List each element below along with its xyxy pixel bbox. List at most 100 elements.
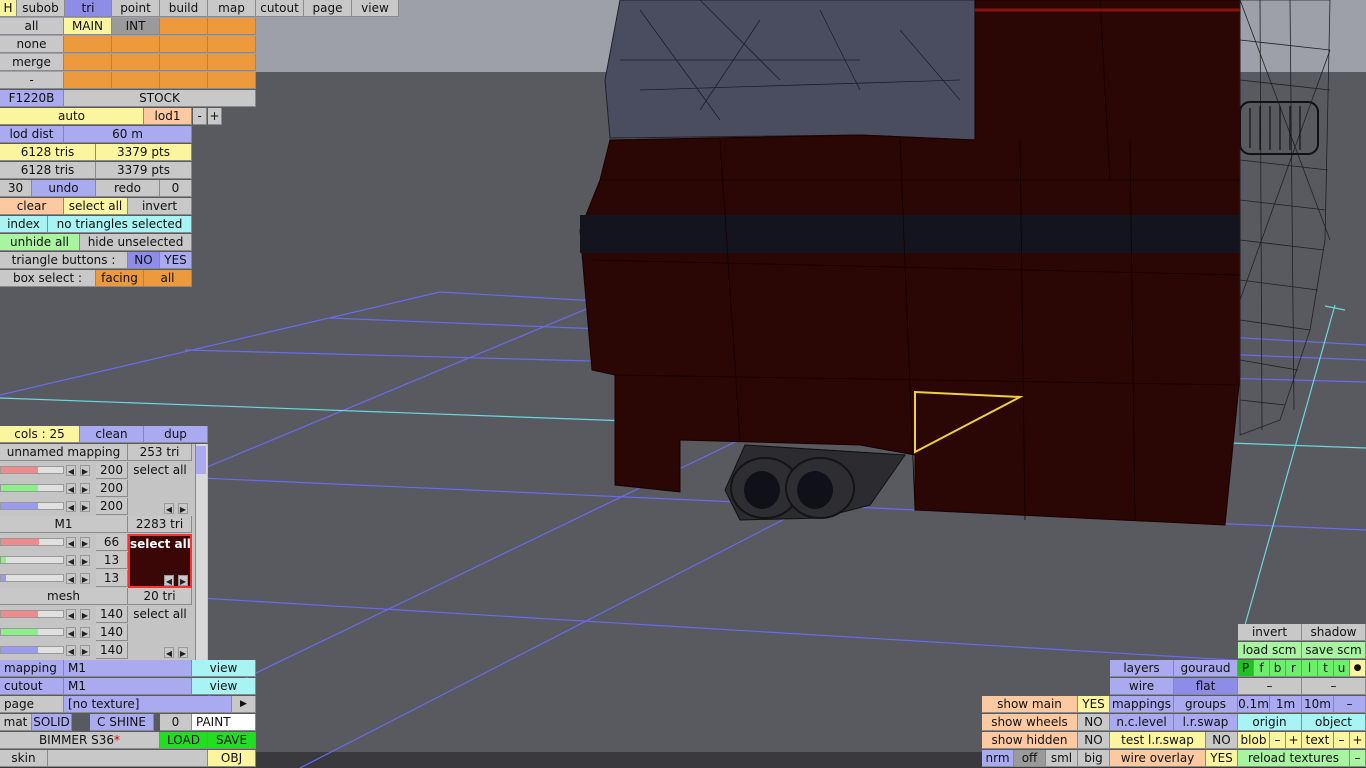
colour-value[interactable]: 200 (96, 462, 128, 479)
lod-auto-button[interactable]: auto (0, 108, 144, 125)
group-name[interactable]: mesh (0, 588, 128, 605)
menu-map[interactable]: map (208, 0, 256, 17)
colour-value[interactable]: 200 (96, 480, 128, 497)
wire-button[interactable]: wire (1110, 678, 1174, 695)
text-plus-button[interactable]: + (1350, 732, 1366, 749)
invert-normals-button[interactable]: invert (1238, 624, 1302, 641)
colour-slider-track[interactable] (0, 556, 64, 564)
menu-build[interactable]: build (160, 0, 208, 17)
colour-value[interactable]: 13 (96, 570, 128, 587)
menu-subob[interactable]: subob (17, 0, 65, 17)
text-button[interactable]: text (1302, 732, 1334, 749)
slot-4-4[interactable] (208, 72, 256, 89)
slot-4-1[interactable] (64, 72, 112, 89)
redo-button[interactable]: redo (96, 180, 160, 197)
invert-selection-button[interactable]: invert (128, 198, 192, 215)
dash-button-2[interactable]: – (1302, 678, 1366, 695)
load-scm-button[interactable]: load scm (1238, 642, 1302, 659)
slot-2-4[interactable] (208, 36, 256, 53)
slot-3-3[interactable] (160, 54, 208, 71)
save-scm-button[interactable]: save scm (1302, 642, 1366, 659)
menu-tri[interactable]: tri (65, 0, 112, 17)
increase-arrow-icon[interactable]: ▶ (80, 501, 90, 512)
c-shine-button[interactable]: C SHINE (90, 714, 154, 731)
lod-plus-button[interactable]: + (208, 108, 222, 125)
increase-arrow-icon[interactable]: ▶ (80, 609, 90, 620)
clear-selection-button[interactable]: clear (0, 198, 64, 215)
off-button[interactable]: off (1014, 750, 1046, 767)
colour-value[interactable]: 140 (96, 606, 128, 623)
menu-h[interactable]: H (0, 0, 17, 17)
skin-field[interactable] (48, 750, 208, 767)
group-name[interactable]: M1 (0, 516, 128, 533)
show-hidden-toggle[interactable]: NO (1078, 732, 1110, 749)
blob-plus-button[interactable]: + (1286, 732, 1302, 749)
small-button[interactable]: sml (1046, 750, 1078, 767)
index-button[interactable]: index (0, 216, 48, 233)
colour-value[interactable]: 140 (96, 624, 128, 641)
decrease-arrow-icon[interactable]: ◀ (66, 627, 76, 638)
minus-button[interactable]: - (0, 72, 64, 89)
view-direction-button[interactable]: r (1286, 660, 1302, 677)
page-value[interactable]: [no texture] (64, 696, 232, 713)
prev-arrow-icon[interactable]: ◀ (164, 575, 174, 586)
box-select-facing[interactable]: facing (96, 270, 144, 287)
wire-overlay-toggle[interactable]: YES (1206, 750, 1238, 767)
lr-swap-button[interactable]: l.r.swap (1174, 714, 1238, 731)
stock-button[interactable]: STOCK (64, 90, 256, 107)
slot-1-4[interactable] (208, 18, 256, 35)
flat-button[interactable]: flat (1174, 678, 1238, 695)
group-name[interactable]: unnamed mapping (0, 444, 128, 461)
test-lr-swap-toggle[interactable]: NO (1206, 732, 1238, 749)
step-10m-button[interactable]: 10m (1302, 696, 1334, 713)
slot-3-1[interactable] (64, 54, 112, 71)
increase-arrow-icon[interactable]: ▶ (80, 555, 90, 566)
increase-arrow-icon[interactable]: ▶ (80, 627, 90, 638)
slot-2-3[interactable] (160, 36, 208, 53)
dup-button[interactable]: dup (144, 426, 208, 443)
prev-arrow-icon[interactable]: ◀ (164, 647, 174, 658)
shadow-button[interactable]: shadow (1302, 624, 1366, 641)
triangle-buttons-no[interactable]: NO (128, 252, 160, 269)
dash-button-1[interactable]: – (1238, 678, 1302, 695)
layers-button[interactable]: layers (1110, 660, 1174, 677)
clean-button[interactable]: clean (80, 426, 144, 443)
show-main-toggle[interactable]: YES (1078, 696, 1110, 713)
colour-slider-track[interactable] (0, 574, 64, 582)
object-button[interactable]: object (1302, 714, 1366, 731)
colour-value[interactable]: 66 (96, 534, 128, 551)
int-toggle[interactable]: INT (112, 18, 160, 35)
lod-dist-value[interactable]: 60 m (64, 126, 192, 143)
view-direction-button[interactable]: P (1238, 660, 1254, 677)
increase-arrow-icon[interactable]: ▶ (80, 465, 90, 476)
decrease-arrow-icon[interactable]: ◀ (66, 537, 76, 548)
slot-3-4[interactable] (208, 54, 256, 71)
increase-arrow-icon[interactable]: ▶ (80, 537, 90, 548)
lod-minus-button[interactable]: - (193, 108, 207, 125)
increase-arrow-icon[interactable]: ▶ (80, 573, 90, 584)
menu-view[interactable]: view (352, 0, 399, 17)
mappings-button[interactable]: mappings (1110, 696, 1174, 713)
increase-arrow-icon[interactable]: ▶ (80, 645, 90, 656)
mapping-value[interactable]: M1 (64, 660, 192, 677)
colour-value[interactable]: 140 (96, 642, 128, 659)
decrease-arrow-icon[interactable]: ◀ (66, 483, 76, 494)
show-wheels-toggle[interactable]: NO (1078, 714, 1110, 731)
view-direction-button[interactable]: t (1318, 660, 1334, 677)
origin-button[interactable]: origin (1238, 714, 1302, 731)
select-all-objects-button[interactable]: all (0, 18, 64, 35)
triangle-buttons-yes[interactable]: YES (160, 252, 192, 269)
view-direction-button[interactable]: b (1270, 660, 1286, 677)
box-select-all[interactable]: all (144, 270, 192, 287)
view-direction-button[interactable]: u (1334, 660, 1350, 677)
paint-button[interactable]: PAINT (192, 714, 256, 731)
big-button[interactable]: big (1078, 750, 1110, 767)
view-direction-button[interactable]: f (1254, 660, 1270, 677)
decrease-arrow-icon[interactable]: ◀ (66, 573, 76, 584)
select-all-button[interactable]: select all (64, 198, 128, 215)
groups-button[interactable]: groups (1174, 696, 1238, 713)
save-button[interactable]: SAVE (208, 732, 256, 749)
merge-button[interactable]: merge (0, 54, 64, 71)
obj-button[interactable]: OBJ (208, 750, 256, 767)
nc-level-button[interactable]: n.c.level (1110, 714, 1174, 731)
